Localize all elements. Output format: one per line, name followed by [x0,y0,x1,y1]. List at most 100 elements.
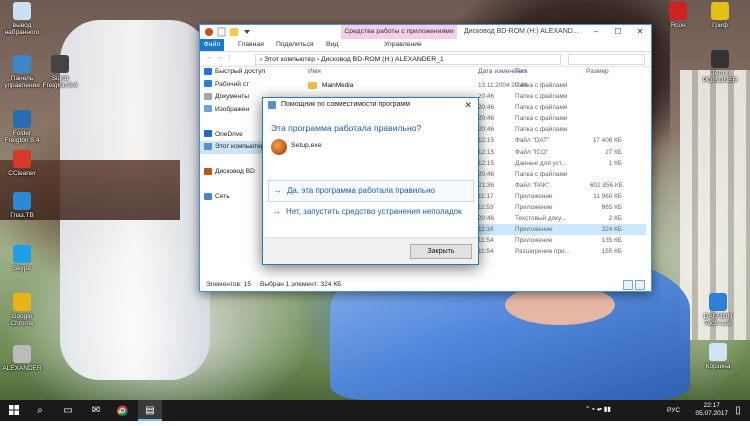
option-run-troubleshooter[interactable]: → Нет, запустить средство устранения неп… [268,206,472,232]
tab-manage[interactable]: Управление [384,39,422,51]
nav-item-icon [204,92,212,100]
file-date: 11:17 [478,192,494,200]
desktop-icon-left-7[interactable]: Google Chrome [2,293,42,327]
desktop-icon-left-4[interactable]: CCleaner [2,150,42,177]
column-name[interactable]: Имя [308,68,321,75]
nav-item-4 [200,116,266,129]
file-row[interactable]: MainMedia 13.11.2004 20:46 Папка с файлами [268,80,646,91]
taskbar-explorer[interactable]: ▤ [138,400,162,421]
address-bar[interactable]: › Этот компьютер › Дисковод BD-ROM (H:) … [255,54,561,65]
desktop-icon-left-1[interactable]: Панель управления [2,55,42,89]
desktop-app-icon [51,55,69,73]
nav-item-8[interactable]: Дисковод BD [200,166,266,179]
context-tab-app-tools[interactable]: Средства работы с приложениями [341,25,457,39]
desktop-app-icon [709,343,727,361]
desktop-icon-label: Гриф [712,22,728,29]
desktop-icon-right-1[interactable]: Гриф [700,2,740,29]
nav-item-10[interactable]: Сеть [200,191,266,204]
desktop-icon-right-0[interactable]: Ясон [658,2,698,29]
file-size: 11 960 КБ [593,192,622,200]
column-type[interactable]: Тип [515,68,526,75]
nav-item-icon [204,130,212,138]
nav-item-6[interactable]: Этот компьютер [200,141,266,154]
nav-item-icon [204,105,212,113]
dialog-footer: Закрыть [263,237,478,264]
desktop-icon-left-8[interactable]: ALEXANDER [2,345,42,372]
desktop-icon-left-5[interactable]: Глаз.ТВ [2,192,42,219]
file-size: 2 КБ [608,215,622,223]
desktop-icon-label: Folder Freigton 8.4 [4,130,40,144]
nav-item-5[interactable]: OneDrive [200,129,266,142]
clock-time: 22:17 [703,402,720,409]
file-date: 20:46 [478,215,494,223]
file-type: Папка с файлами [515,82,568,89]
desktop-icon-left-3[interactable]: Folder Freigton 8.4 [2,110,42,144]
search-icon[interactable]: ⌕ [28,400,52,421]
dialog-title: Помощник по совместимости программ [281,101,411,108]
nav-item-3[interactable]: Изображен [200,104,266,117]
nav-item-1[interactable]: Рабочий ст [200,79,266,92]
desktop-app-icon [711,2,729,20]
status-count: Элементов: 15 [206,281,251,288]
file-date: 11:54 [478,237,494,245]
option-run-troubleshooter-label: Нет, запустить средство устранения непол… [286,207,462,216]
window-controls: – ☐ ✕ [585,25,651,39]
desktop-icon-right-3[interactable]: DAEMON Tools Lite [698,293,738,327]
close-button[interactable]: Закрыть [410,244,472,259]
nav-item-label: Документы [215,93,249,100]
desktop-icon-left-2[interactable]: Sigrid Freigton 8.4 [40,55,80,89]
desktop-icon-right-4[interactable]: Корзина [698,343,738,370]
clock-date: 05.07.2017 [695,410,728,417]
notification-center-icon[interactable]: ▯ [728,400,748,421]
quick-access-toolbar-icon[interactable] [204,27,264,37]
tray-icons[interactable]: ⌃ ▪ ◂▪ ▮▮ [585,405,611,426]
desktop-icon-left-0[interactable]: вывод набранного [2,2,42,36]
tab-share[interactable]: Поделиться [276,39,314,51]
desktop-icon-left-6[interactable]: Skype [2,245,42,272]
dialog-close-icon[interactable]: ✕ [464,98,472,112]
chrome-icon[interactable] [110,400,134,421]
close-icon[interactable]: ✕ [629,25,651,39]
file-size: 17 408 КБ [592,137,622,145]
file-type: Файл "ICO" [515,148,549,156]
ribbon-tabs: Файл Главная Поделиться Вид Управление [200,39,651,52]
language-indicator[interactable]: РУС [667,400,680,421]
minimize-icon[interactable]: – [585,25,607,39]
windows-logo-icon [9,405,19,415]
task-view-icon[interactable]: ▭ [56,400,80,421]
tab-view[interactable]: Вид [326,39,338,51]
details-view-icon[interactable] [623,280,633,290]
tab-home[interactable]: Главная [238,39,264,51]
clock[interactable]: 22:17 05.07.2017 [695,402,728,418]
column-size[interactable]: Размер [586,68,609,75]
tab-file[interactable]: Файл [200,39,224,51]
desktop: вывод набранного Панель управления Sigrid … [0,0,750,421]
nav-item-label: Дисковод BD [215,168,255,175]
file-type: Папка с файлами [515,170,568,178]
file-date: 20:46 [478,104,494,112]
nav-item-2[interactable]: Документы [200,91,266,104]
nav-item-0[interactable]: Быстрый доступ [200,66,266,79]
desktop-app-icon [13,192,31,210]
view-buttons [621,280,645,295]
option-worked-correctly[interactable]: → Да, эта программа работала правильно [268,180,474,202]
desktop-icon-label: Skype [12,265,32,272]
explorer-titlebar[interactable]: Средства работы с приложениями Дисковод … [200,25,651,39]
file-type: Данные для уст... [515,159,567,167]
mail-icon[interactable]: ✉ [84,400,108,421]
start-button[interactable] [2,400,26,421]
desktop-icon-label: DAEMON Tools Lite [703,313,733,327]
nav-arrows-icon[interactable]: ←→↑ [206,54,235,61]
desktop-app-icon [711,50,729,68]
search-input[interactable] [568,54,645,65]
file-date: 20:46 [478,115,494,123]
large-icons-view-icon[interactable] [635,280,645,290]
desktop-icon-right-2[interactable]: Terror POISONER [700,50,740,84]
maximize-icon[interactable]: ☐ [607,25,629,39]
compatibility-dialog[interactable]: Помощник по совместимости программ ✕ Эта… [262,97,479,265]
desktop-icon-label: ALEXANDER [2,365,42,372]
file-type: Папка с файлами [515,126,568,134]
program-name: Setup.exe [291,142,322,149]
status-selected: Выбран 1 элемент: 324 КБ [260,281,342,288]
file-date: 11:53 [478,204,494,212]
